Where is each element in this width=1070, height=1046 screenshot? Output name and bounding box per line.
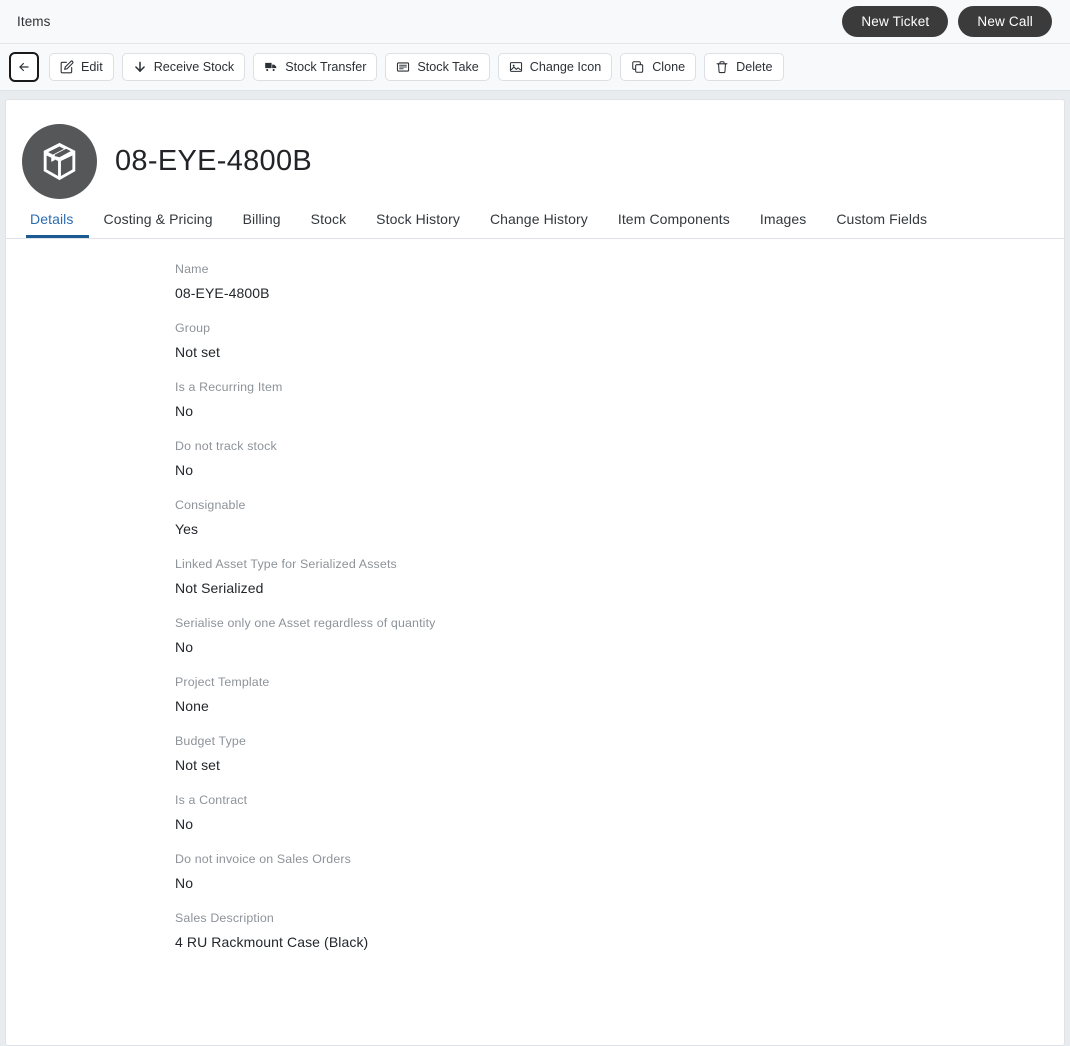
field-label: Linked Asset Type for Serialized Assets — [175, 558, 1064, 572]
field-project-template: Project Template None — [175, 676, 1064, 714]
change-icon-button[interactable]: Change Icon — [498, 53, 612, 81]
stock-take-button-label: Stock Take — [417, 60, 478, 74]
field-label: Sales Description — [175, 912, 1064, 926]
stock-transfer-button-label: Stock Transfer — [285, 60, 366, 74]
field-value: No — [175, 463, 1064, 478]
field-label: Is a Recurring Item — [175, 381, 1064, 395]
field-value: No — [175, 640, 1064, 655]
new-call-button[interactable]: New Call — [958, 6, 1052, 37]
field-label: Consignable — [175, 499, 1064, 513]
change-icon-button-label: Change Icon — [530, 60, 601, 74]
edit-icon — [60, 60, 74, 74]
tab-change-history[interactable]: Change History — [475, 211, 603, 238]
tab-item-components[interactable]: Item Components — [603, 211, 745, 238]
new-ticket-button[interactable]: New Ticket — [842, 6, 948, 37]
field-value: 4 RU Rackmount Case (Black) — [175, 935, 1064, 950]
truck-icon — [264, 60, 278, 74]
delete-button[interactable]: Delete — [704, 53, 783, 81]
stock-take-button[interactable]: Stock Take — [385, 53, 489, 81]
field-value: No — [175, 817, 1064, 832]
tab-costing-and-pricing[interactable]: Costing & Pricing — [89, 211, 228, 238]
field-value: Not Serialized — [175, 581, 1064, 596]
field-sales-description: Sales Description 4 RU Rackmount Case (B… — [175, 912, 1064, 950]
field-label: Group — [175, 322, 1064, 336]
field-value: None — [175, 699, 1064, 714]
field-label: Name — [175, 263, 1064, 277]
field-value: Not set — [175, 758, 1064, 773]
tab-stock[interactable]: Stock — [296, 211, 362, 238]
field-label: Serialise only one Asset regardless of q… — [175, 617, 1064, 631]
field-consignable: Consignable Yes — [175, 499, 1064, 537]
page-title: Items — [17, 14, 51, 29]
arrow-down-icon — [133, 60, 147, 74]
field-value: No — [175, 876, 1064, 891]
record-card: 08-EYE-4800B Details Costing & Pricing B… — [5, 99, 1065, 1046]
tab-images[interactable]: Images — [745, 211, 822, 238]
field-is-a-contract: Is a Contract No — [175, 794, 1064, 832]
field-do-not-track-stock: Do not track stock No — [175, 440, 1064, 478]
package-icon — [38, 140, 81, 183]
top-bar: Items New Ticket New Call — [0, 0, 1070, 44]
field-name: Name 08-EYE-4800B — [175, 263, 1064, 301]
receive-stock-button-label: Receive Stock — [154, 60, 235, 74]
field-value: No — [175, 404, 1064, 419]
details-field-list: Name 08-EYE-4800B Group Not set Is a Rec… — [6, 239, 1064, 950]
record-title: 08-EYE-4800B — [115, 147, 312, 176]
field-value: 08-EYE-4800B — [175, 286, 1064, 301]
back-button[interactable] — [9, 52, 39, 82]
action-toolbar: Edit Receive Stock Stock Transfer — [0, 44, 1070, 91]
field-label: Do not track stock — [175, 440, 1064, 454]
tab-bar: Details Costing & Pricing Billing Stock … — [6, 207, 1064, 239]
clone-button-label: Clone — [652, 60, 685, 74]
image-icon — [509, 60, 523, 74]
page-background: 08-EYE-4800B Details Costing & Pricing B… — [0, 91, 1070, 1046]
field-serialise-only-one-asset: Serialise only one Asset regardless of q… — [175, 617, 1064, 655]
clone-button[interactable]: Clone — [620, 53, 696, 81]
field-budget-type: Budget Type Not set — [175, 735, 1064, 773]
avatar — [22, 124, 97, 199]
field-label: Is a Contract — [175, 794, 1064, 808]
arrow-left-icon — [17, 60, 31, 74]
receive-stock-button[interactable]: Receive Stock — [122, 53, 246, 81]
list-icon — [396, 60, 410, 74]
field-linked-asset-type: Linked Asset Type for Serialized Assets … — [175, 558, 1064, 596]
tab-details[interactable]: Details — [26, 211, 89, 238]
record-header: 08-EYE-4800B — [6, 100, 1064, 207]
stock-transfer-button[interactable]: Stock Transfer — [253, 53, 377, 81]
field-label: Budget Type — [175, 735, 1064, 749]
field-label: Project Template — [175, 676, 1064, 690]
tab-billing[interactable]: Billing — [228, 211, 296, 238]
copy-icon — [631, 60, 645, 74]
edit-button[interactable]: Edit — [49, 53, 114, 81]
field-value: Yes — [175, 522, 1064, 537]
top-bar-actions: New Ticket New Call — [842, 6, 1052, 37]
field-label: Do not invoice on Sales Orders — [175, 853, 1064, 867]
field-value: Not set — [175, 345, 1064, 360]
edit-button-label: Edit — [81, 60, 103, 74]
tab-stock-history[interactable]: Stock History — [361, 211, 475, 238]
field-is-a-recurring-item: Is a Recurring Item No — [175, 381, 1064, 419]
field-do-not-invoice-on-sales-orders: Do not invoice on Sales Orders No — [175, 853, 1064, 891]
tab-custom-fields[interactable]: Custom Fields — [821, 211, 942, 238]
trash-icon — [715, 60, 729, 74]
field-group: Group Not set — [175, 322, 1064, 360]
delete-button-label: Delete — [736, 60, 772, 74]
